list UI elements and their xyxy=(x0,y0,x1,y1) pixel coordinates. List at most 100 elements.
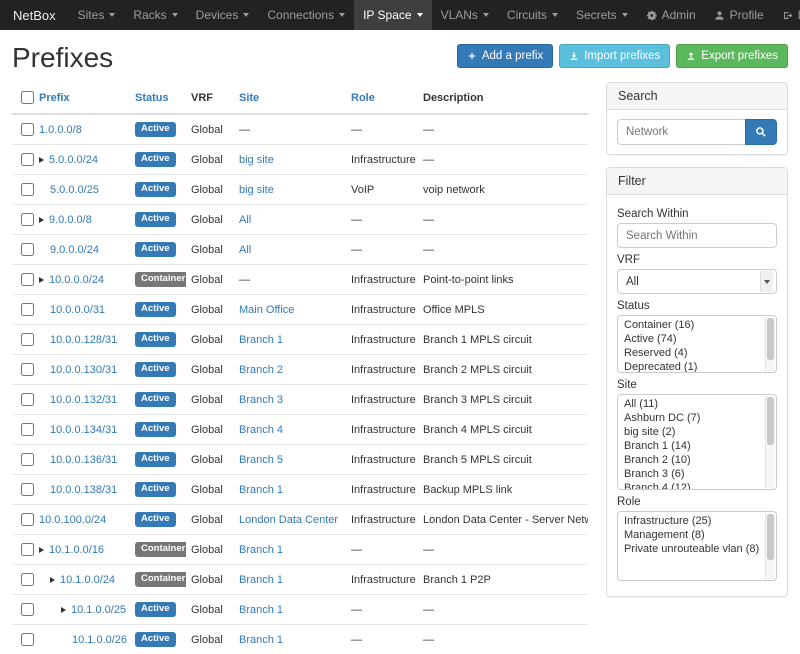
prefix-link[interactable]: 10.0.0.128/31 xyxy=(50,334,117,346)
filter-option[interactable]: Branch 4 (12) xyxy=(618,481,765,490)
row-checkbox[interactable] xyxy=(21,573,34,586)
row-checkbox[interactable] xyxy=(21,633,34,646)
search-button[interactable] xyxy=(745,119,777,145)
row-checkbox[interactable] xyxy=(21,243,34,256)
row-checkbox[interactable] xyxy=(21,453,34,466)
prefix-link[interactable]: 10.0.0.132/31 xyxy=(50,394,117,406)
site-link[interactable]: Branch 3 xyxy=(239,394,283,406)
nav-item-connections[interactable]: Connections xyxy=(258,0,354,30)
scrollbar[interactable] xyxy=(765,396,775,488)
site-link[interactable]: big site xyxy=(239,184,274,196)
row-checkbox[interactable] xyxy=(21,303,34,316)
vrf-select[interactable]: All xyxy=(617,269,777,294)
filter-option[interactable]: Deprecated (1) xyxy=(618,360,765,373)
column-header-site[interactable]: Site xyxy=(234,82,346,114)
prefix-link[interactable]: 10.0.0.130/31 xyxy=(50,364,117,376)
nav-item-secrets[interactable]: Secrets xyxy=(567,0,637,30)
row-checkbox[interactable] xyxy=(21,483,34,496)
prefix-link[interactable]: 10.1.0.0/16 xyxy=(49,544,104,556)
nav-item-logout[interactable]: Log out xyxy=(773,0,800,30)
import-prefixes-button[interactable]: Import prefixes xyxy=(559,44,670,68)
site-link[interactable]: Branch 1 xyxy=(239,334,283,346)
filter-option[interactable]: Branch 3 (6) xyxy=(618,467,765,481)
filter-option[interactable]: big site (2) xyxy=(618,425,765,439)
select-all-checkbox[interactable] xyxy=(21,91,34,104)
site-listbox[interactable]: All (11)Ashburn DC (7)big site (2)Branch… xyxy=(617,394,777,490)
prefix-link[interactable]: 5.0.0.0/24 xyxy=(49,154,98,166)
nav-item-admin[interactable]: Admin xyxy=(637,0,705,30)
scrollbar[interactable] xyxy=(765,513,775,579)
prefix-link[interactable]: 9.0.0.0/24 xyxy=(50,244,99,256)
scrollbar-thumb[interactable] xyxy=(767,514,774,560)
nav-item-vlans[interactable]: VLANs xyxy=(432,0,498,30)
column-header-status[interactable]: Status xyxy=(130,82,186,114)
prefix-link[interactable]: 10.1.0.0/24 xyxy=(60,574,115,586)
nav-item-sites[interactable]: Sites xyxy=(69,0,125,30)
nav-item-racks[interactable]: Racks xyxy=(124,0,186,30)
site-link[interactable]: Branch 1 xyxy=(239,634,283,646)
prefix-link[interactable]: 10.0.100.0/24 xyxy=(39,514,106,526)
prefix-link[interactable]: 10.0.0.138/31 xyxy=(50,484,117,496)
row-checkbox[interactable] xyxy=(21,513,34,526)
site-link[interactable]: Main Office xyxy=(239,304,294,316)
expand-arrow-icon[interactable] xyxy=(39,277,44,283)
filter-option[interactable]: Reserved (4) xyxy=(618,346,765,360)
site-link[interactable]: Branch 5 xyxy=(239,454,283,466)
prefix-link[interactable]: 5.0.0.0/25 xyxy=(50,184,99,196)
site-link[interactable]: All xyxy=(239,244,251,256)
scrollbar-thumb[interactable] xyxy=(767,397,774,445)
search-input[interactable] xyxy=(617,119,745,145)
row-checkbox[interactable] xyxy=(21,423,34,436)
filter-option[interactable]: Infrastructure (25) xyxy=(618,514,765,528)
status-listbox[interactable]: Container (16)Active (74)Reserved (4)Dep… xyxy=(617,315,777,373)
filter-option[interactable]: Container (16) xyxy=(618,318,765,332)
expand-arrow-icon[interactable] xyxy=(39,547,44,553)
filter-option[interactable]: Branch 2 (10) xyxy=(618,453,765,467)
scrollbar-thumb[interactable] xyxy=(767,318,774,360)
row-checkbox[interactable] xyxy=(21,543,34,556)
row-checkbox[interactable] xyxy=(21,153,34,166)
prefix-link[interactable]: 10.0.0.134/31 xyxy=(50,424,117,436)
role-listbox[interactable]: Infrastructure (25)Management (8)Private… xyxy=(617,511,777,581)
expand-arrow-icon[interactable] xyxy=(39,217,44,223)
filter-option[interactable]: Active (74) xyxy=(618,332,765,346)
site-link[interactable]: Branch 1 xyxy=(239,544,283,556)
row-checkbox[interactable] xyxy=(21,273,34,286)
expand-arrow-icon[interactable] xyxy=(50,577,55,583)
prefix-link[interactable]: 10.1.0.0/26 xyxy=(72,634,127,646)
filter-option[interactable]: All (11) xyxy=(618,397,765,411)
prefix-link[interactable]: 10.0.0.0/31 xyxy=(50,304,105,316)
export-prefixes-button[interactable]: Export prefixes xyxy=(676,44,788,68)
site-link[interactable]: London Data Center xyxy=(239,514,338,526)
site-link[interactable]: Branch 4 xyxy=(239,424,283,436)
site-link[interactable]: Branch 1 xyxy=(239,574,283,586)
prefix-link[interactable]: 10.1.0.0/25 xyxy=(71,604,126,616)
nav-item-profile[interactable]: Profile xyxy=(705,0,773,30)
row-checkbox[interactable] xyxy=(21,603,34,616)
row-checkbox[interactable] xyxy=(21,363,34,376)
site-link[interactable]: big site xyxy=(239,154,274,166)
row-checkbox[interactable] xyxy=(21,213,34,226)
row-checkbox[interactable] xyxy=(21,333,34,346)
prefix-link[interactable]: 10.0.0.0/24 xyxy=(49,274,104,286)
site-link[interactable]: Branch 1 xyxy=(239,604,283,616)
column-header-role[interactable]: Role xyxy=(346,82,418,114)
site-link[interactable]: Branch 1 xyxy=(239,484,283,496)
search-within-input[interactable] xyxy=(617,223,777,248)
filter-option[interactable]: Branch 1 (14) xyxy=(618,439,765,453)
site-link[interactable]: Branch 2 xyxy=(239,364,283,376)
add-prefix-button[interactable]: Add a prefix xyxy=(457,44,553,68)
row-checkbox[interactable] xyxy=(21,393,34,406)
scrollbar[interactable] xyxy=(765,317,775,371)
nav-item-ip-space[interactable]: IP Space xyxy=(354,0,431,30)
filter-option[interactable]: Management (8) xyxy=(618,528,765,542)
nav-item-devices[interactable]: Devices xyxy=(187,0,259,30)
filter-option[interactable]: Ashburn DC (7) xyxy=(618,411,765,425)
nav-item-circuits[interactable]: Circuits xyxy=(498,0,567,30)
brand[interactable]: NetBox xyxy=(0,0,69,30)
expand-arrow-icon[interactable] xyxy=(61,607,66,613)
column-header-prefix[interactable]: Prefix xyxy=(34,82,130,114)
filter-option[interactable]: Private unrouteable vlan (8) xyxy=(618,542,765,556)
prefix-link[interactable]: 10.0.0.136/31 xyxy=(50,454,117,466)
row-checkbox[interactable] xyxy=(21,183,34,196)
